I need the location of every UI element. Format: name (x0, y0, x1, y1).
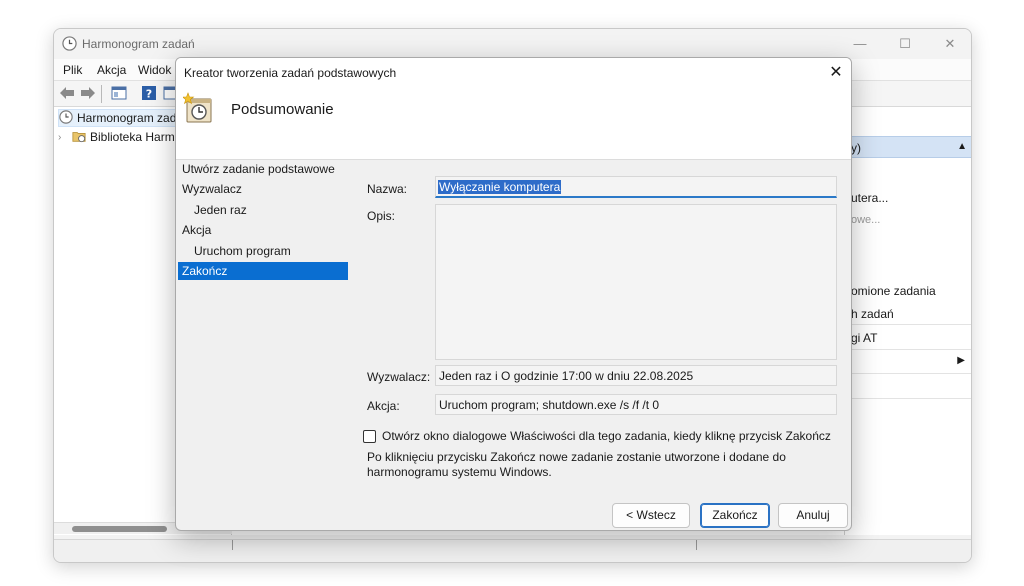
clock-icon (62, 36, 77, 51)
open-properties-checkbox[interactable] (363, 429, 376, 443)
close-icon[interactable]: ✕ (930, 33, 970, 55)
open-properties-label[interactable]: Otwórz okno dialogowe Właściwości dla te… (382, 429, 831, 443)
minimize-icon[interactable]: — (840, 33, 880, 55)
dialog-header: Podsumowanie (176, 88, 851, 160)
action-at-account[interactable]: gi AT (851, 331, 877, 345)
tree-item-library[interactable]: › Biblioteka Harm (58, 128, 175, 146)
menu-action[interactable]: Akcja (97, 63, 126, 77)
action-label: Akcja: (367, 399, 400, 413)
forward-arrow-icon[interactable] (79, 84, 97, 102)
main-titlebar: Harmonogram zadań — ☐ ✕ (54, 29, 971, 59)
finish-button[interactable]: Zakończ (700, 503, 770, 528)
actions-divider (845, 324, 971, 325)
trigger-label: Wyzwalacz: (367, 370, 431, 384)
status-separator (232, 540, 233, 550)
toolbar-separator (101, 85, 102, 103)
step-trigger: Wyzwalacz (182, 182, 242, 196)
status-separator (696, 540, 697, 550)
back-arrow-icon[interactable] (58, 84, 76, 102)
submenu-arrow-icon[interactable]: ▶ (957, 355, 965, 366)
task-name-field[interactable]: Wyłączanie komputera (435, 176, 837, 198)
status-bar (54, 539, 971, 562)
actions-divider (845, 349, 971, 350)
action-field: Uruchom program; shutdown.exe /s /f /t 0 (435, 394, 837, 415)
description-field[interactable] (435, 204, 837, 360)
close-icon[interactable]: ✕ (823, 62, 849, 84)
name-label: Nazwa: (367, 182, 408, 196)
dialog-header-title: Podsumowanie (231, 101, 334, 118)
step-create-basic-task: Utwórz zadanie podstawowe (182, 162, 335, 176)
show-hide-tree-icon[interactable] (110, 84, 128, 102)
task-wizard-icon (181, 92, 213, 124)
collapse-up-icon[interactable]: ▲ (957, 141, 967, 152)
step-finish: Zakończ (178, 262, 348, 280)
dialog-titlebar: Kreator tworzenia zadań podstawowych ✕ (176, 58, 851, 88)
task-name-value: Wyłączanie komputera (438, 180, 562, 194)
basic-task-wizard-dialog: Kreator tworzenia zadań podstawowych ✕ P… (175, 57, 852, 531)
tree-item-root-label: Harmonogram zada (77, 111, 184, 125)
back-button[interactable]: < Wstecz (612, 503, 690, 528)
main-window-title: Harmonogram zadań (82, 37, 195, 51)
description-label: Opis: (367, 209, 396, 223)
actions-pane: y) ▲ utera... owe... omione zadania h za… (844, 107, 971, 535)
cancel-button[interactable]: Anuluj (778, 503, 848, 528)
clock-icon (59, 109, 73, 127)
actions-header-label: y) (851, 141, 861, 155)
action-create-task[interactable]: utera... (851, 191, 888, 205)
menu-file[interactable]: Plik (63, 63, 82, 77)
menu-view[interactable]: Widok (138, 63, 171, 77)
chevron-right-icon[interactable]: › (58, 132, 68, 143)
step-one-time: Jeden raz (194, 203, 247, 217)
svg-text:?: ? (146, 88, 152, 101)
help-icon[interactable]: ? (140, 84, 158, 102)
trigger-field: Jeden raz i O godzinie 17:00 w dniu 22.0… (435, 365, 837, 386)
finish-info-text: Po kliknięciu przycisku Zakończ nowe zad… (367, 450, 786, 479)
step-action: Akcja (182, 223, 212, 237)
step-start-program: Uruchom program (194, 244, 291, 258)
tree-item-library-label: Biblioteka Harm (90, 130, 175, 144)
dialog-title: Kreator tworzenia zadań podstawowych (184, 66, 397, 80)
actions-divider (845, 373, 971, 374)
actions-divider (845, 398, 971, 399)
action-import: owe... (851, 214, 881, 226)
scrollbar-thumb[interactable] (72, 526, 167, 532)
folder-clock-icon (72, 129, 86, 146)
open-properties-option[interactable]: Otwórz okno dialogowe Właściwości dla te… (363, 429, 831, 443)
action-all-tasks-history[interactable]: h zadań (851, 307, 894, 321)
wizard-steps: Utwórz zadanie podstawowe Wyzwalacz Jede… (178, 160, 351, 500)
actions-header[interactable]: y) ▲ (845, 136, 971, 158)
maximize-icon[interactable]: ☐ (885, 33, 925, 55)
action-running-tasks[interactable]: omione zadania (851, 284, 936, 298)
